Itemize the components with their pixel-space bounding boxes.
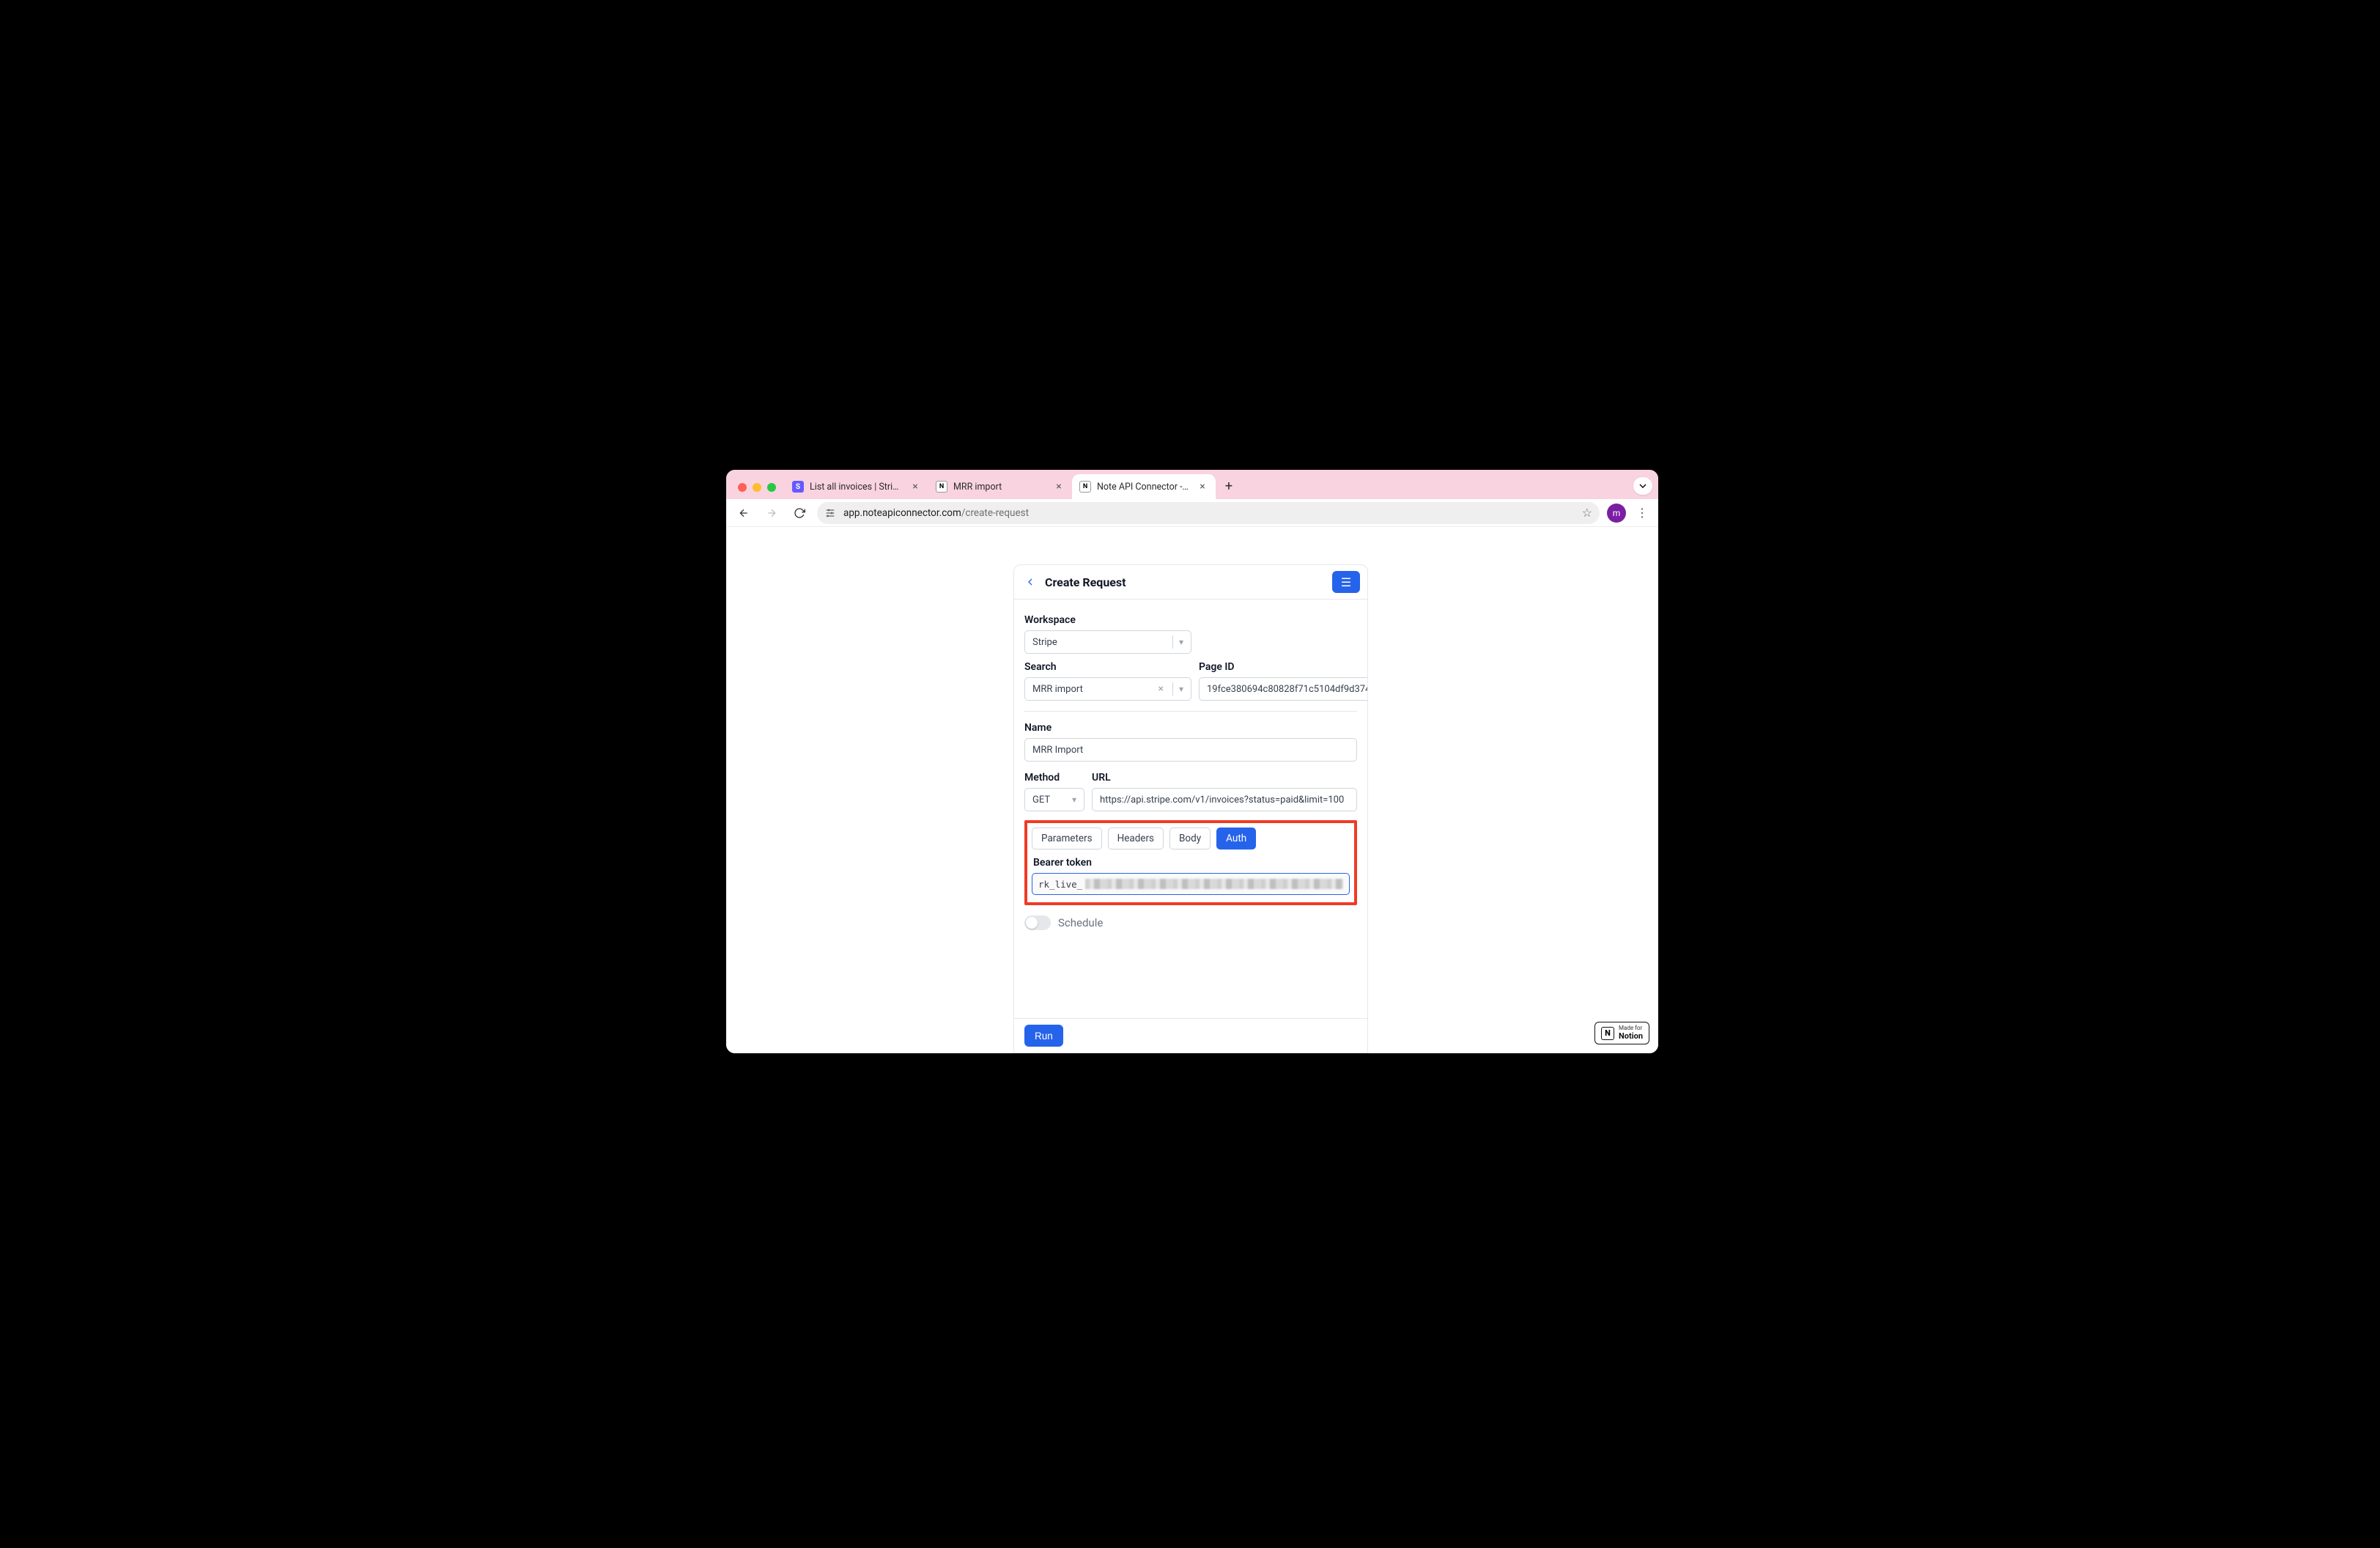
bearer-token-redacted	[1085, 879, 1343, 889]
url-input[interactable]: https://api.stripe.com/v1/invoices?statu…	[1092, 788, 1357, 811]
close-tab-icon[interactable]: ×	[1053, 481, 1065, 493]
workspace-select[interactable]: Stripe ▾	[1024, 630, 1191, 654]
back-chevron-button[interactable]	[1021, 573, 1039, 591]
arrow-right-icon	[766, 507, 777, 519]
back-button[interactable]	[733, 503, 754, 523]
request-config-tabs: Parameters Headers Body Auth	[1032, 828, 1350, 849]
menu-icon: ☰	[1341, 575, 1351, 589]
made-for-notion-badge[interactable]: N Made for Notion	[1594, 1022, 1649, 1044]
close-window-button[interactable]	[738, 483, 747, 492]
chevron-left-icon	[1024, 576, 1036, 588]
bearer-token-input[interactable]: rk_live_	[1032, 873, 1350, 895]
url-path: /create-request	[961, 507, 1029, 519]
browser-toolbar: app.noteapiconnector.com/create-request …	[726, 499, 1658, 527]
badge-bottom-text: Notion	[1619, 1031, 1643, 1041]
clear-icon[interactable]: ×	[1158, 683, 1163, 695]
forward-button[interactable]	[761, 503, 782, 523]
favicon-notion: N	[936, 481, 947, 493]
create-request-card: Create Request ☰ Workspace Stripe ▾ Sea	[1013, 564, 1368, 1053]
maximize-window-button[interactable]	[767, 483, 776, 492]
tab-body[interactable]: Body	[1169, 828, 1211, 849]
schedule-toggle[interactable]	[1024, 915, 1051, 930]
url-label: URL	[1092, 772, 1357, 784]
tab-parameters[interactable]: Parameters	[1032, 828, 1102, 849]
browser-menu-button[interactable]: ⋮	[1633, 506, 1651, 520]
close-tab-icon[interactable]: ×	[1197, 481, 1208, 493]
divider	[1024, 711, 1357, 712]
name-label: Name	[1024, 722, 1357, 734]
pageid-label: Page ID	[1199, 661, 1367, 673]
reload-button[interactable]	[789, 503, 810, 523]
page-viewport: Create Request ☰ Workspace Stripe ▾ Sea	[726, 527, 1658, 1053]
method-select[interactable]: GET ▾	[1024, 788, 1084, 811]
card-header: Create Request ☰	[1014, 565, 1367, 600]
search-value: MRR import	[1032, 684, 1158, 695]
run-button[interactable]: Run	[1024, 1025, 1063, 1047]
tab-title: Note API Connector - App	[1097, 482, 1191, 493]
method-label: Method	[1024, 772, 1084, 784]
tune-icon	[824, 507, 836, 519]
workspace-value: Stripe	[1032, 637, 1167, 648]
chevron-down-icon: ▾	[1072, 795, 1076, 805]
close-tab-icon[interactable]: ×	[909, 481, 921, 493]
url-host: app.noteapiconnector.com	[843, 507, 961, 519]
schedule-label: Schedule	[1058, 916, 1103, 929]
page-title: Create Request	[1045, 575, 1126, 589]
notion-logo-icon: N	[1601, 1027, 1614, 1040]
search-select[interactable]: MRR import × ▾	[1024, 677, 1191, 701]
tab-title: MRR import	[953, 482, 1047, 493]
reload-icon	[794, 507, 805, 519]
browser-tab-mrr-import[interactable]: N MRR import ×	[928, 474, 1072, 499]
new-tab-button[interactable]: +	[1219, 476, 1239, 496]
name-input[interactable]: MRR Import	[1024, 738, 1357, 762]
bearer-token-label: Bearer token	[1033, 857, 1350, 869]
search-label: Search	[1024, 661, 1191, 673]
tab-auth[interactable]: Auth	[1216, 828, 1256, 849]
browser-tab-note-api-connector[interactable]: N Note API Connector - App ×	[1072, 474, 1216, 499]
minimize-window-button[interactable]	[753, 483, 761, 492]
auth-highlight: Parameters Headers Body Auth Bearer toke…	[1024, 820, 1357, 905]
workspace-label: Workspace	[1024, 614, 1357, 626]
site-settings-icon[interactable]	[823, 506, 838, 520]
address-bar[interactable]: app.noteapiconnector.com/create-request …	[817, 502, 1600, 524]
method-value: GET	[1032, 795, 1072, 806]
card-footer: Run	[1014, 1018, 1367, 1053]
browser-window: S List all invoices | Stripe API R × N M…	[726, 470, 1658, 1053]
profile-avatar[interactable]: m	[1607, 504, 1626, 523]
chevron-down-icon	[1637, 480, 1649, 492]
pageid-input[interactable]: 19fce380694c80828f71c5104df9d374	[1199, 677, 1367, 701]
favicon-stripe: S	[792, 481, 804, 493]
tab-headers[interactable]: Headers	[1108, 828, 1164, 849]
tab-strip: S List all invoices | Stripe API R × N M…	[726, 470, 1658, 499]
favicon-note-api: N	[1079, 481, 1091, 493]
card-menu-button[interactable]: ☰	[1332, 571, 1360, 593]
chevron-down-icon: ▾	[1179, 637, 1183, 647]
pageid-value: 19fce380694c80828f71c5104df9d374	[1207, 684, 1367, 695]
tab-title: List all invoices | Stripe API R	[810, 482, 903, 493]
arrow-left-icon	[738, 507, 750, 519]
url-value: https://api.stripe.com/v1/invoices?statu…	[1100, 795, 1344, 806]
bookmark-star-icon[interactable]: ☆	[1582, 506, 1592, 520]
browser-tab-stripe[interactable]: S List all invoices | Stripe API R ×	[785, 474, 928, 499]
window-controls	[732, 483, 785, 499]
tab-search-button[interactable]	[1633, 477, 1652, 495]
chevron-down-icon: ▾	[1179, 684, 1183, 694]
bearer-token-prefix: rk_live_	[1038, 879, 1082, 890]
name-value: MRR Import	[1032, 745, 1083, 756]
